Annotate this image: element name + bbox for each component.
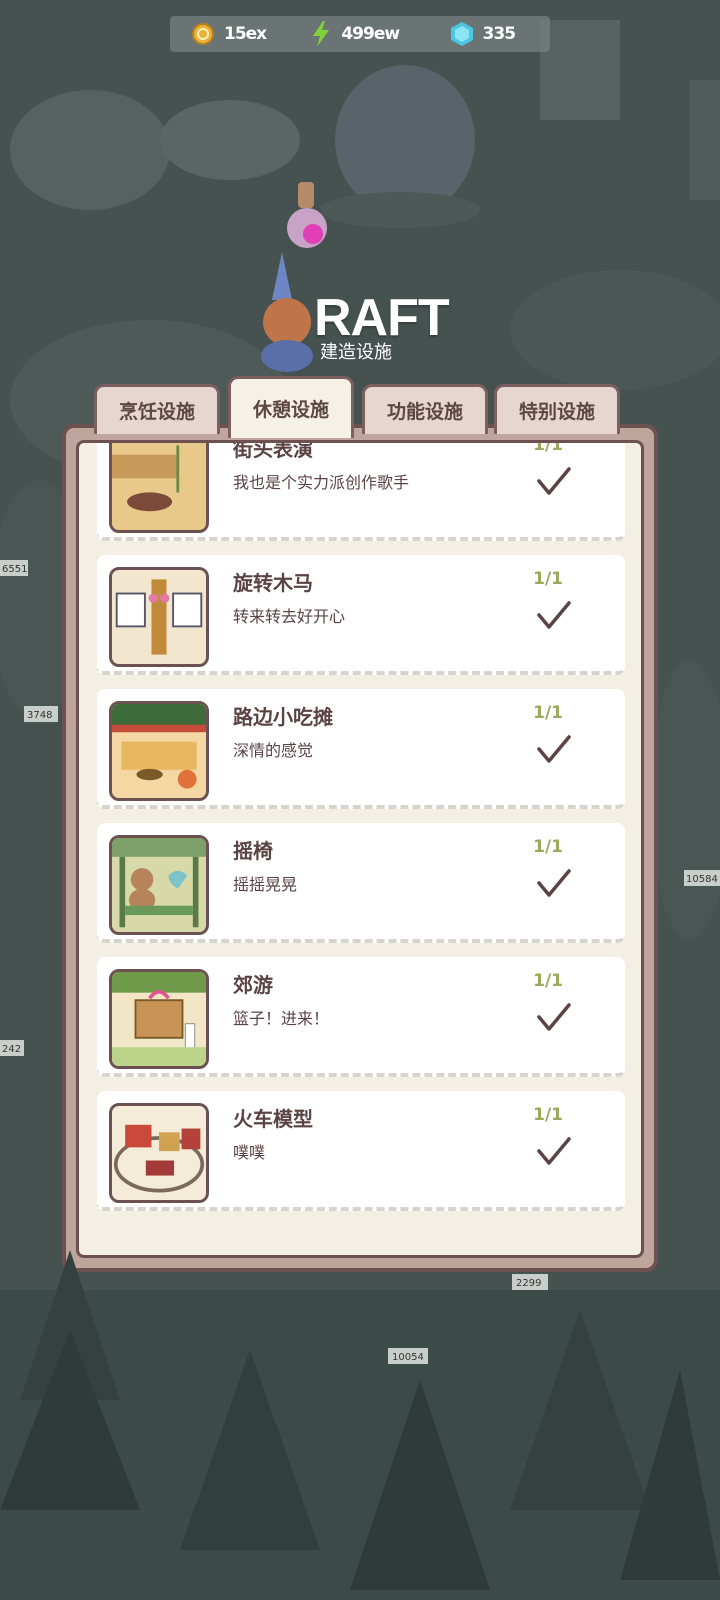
checkmark-icon [537,869,571,897]
list-item[interactable]: 摇椅 摇摇晃晃 1/1 [97,823,625,943]
item-progress: 1/1 [533,971,563,991]
facility-panel: 街头表演 我也是个实力派创作歌手 1/1 旋转木马 转来转去好开心 1/1 路边… [62,424,658,1272]
item-name: 街头表演 [233,440,313,461]
currency-bar: 15ex 499ew 335 [170,16,550,52]
list-item[interactable]: 街头表演 我也是个实力派创作歌手 1/1 [97,440,625,541]
coin-counter[interactable]: 15ex [192,16,311,52]
swing-chair-thumbnail [109,835,209,935]
item-description: 我也是个实力派创作歌手 [233,473,410,492]
map-sign-3: 10584 [686,874,718,885]
item-name: 旋转木马 [233,571,313,595]
coin-icon [192,23,214,45]
guitar-thumbnail [109,443,209,533]
facility-list-container[interactable]: 街头表演 我也是个实力派创作歌手 1/1 旋转木马 转来转去好开心 1/1 路边… [76,440,644,1258]
picnic-thumbnail [109,969,209,1069]
item-name: 郊游 [233,973,273,997]
item-description: 篮子！进来！ [233,1009,330,1028]
page-title: RAFT [314,289,450,347]
item-description: 摇摇晃晃 [233,875,298,894]
carousel-thumbnail [109,567,209,667]
map-sign-2: 3748 [27,710,52,721]
checkmark-icon [537,601,571,629]
checkmark-icon [537,467,571,495]
map-sign-6: 10054 [392,1352,424,1363]
item-description: 转来转去好开心 [233,607,346,626]
item-name: 摇椅 [233,839,273,863]
forest-background: 10054 2299 [0,1250,720,1600]
item-progress: 1/1 [533,1105,563,1125]
checkmark-icon [537,1003,571,1031]
craft-header: RAFT 建造设施 [258,252,478,372]
train-model-thumbnail [109,1103,209,1203]
energy-counter[interactable]: 499ew [311,16,450,52]
food-stall-thumbnail [109,701,209,801]
item-progress: 1/1 [533,837,563,857]
list-item[interactable]: 火车模型 噗噗 1/1 [97,1091,625,1211]
item-description: 噗噗 [233,1143,266,1162]
item-name: 路边小吃摊 [233,705,333,729]
page-subtitle: 建造设施 [320,342,392,363]
tab-function[interactable]: 功能设施 [362,384,488,434]
checkmark-icon [537,735,571,763]
coin-value: 15ex [224,24,267,44]
list-item[interactable]: 郊游 篮子！进来！ 1/1 [97,957,625,1077]
gem-counter[interactable]: 335 [450,16,550,52]
map-sign-5: 2299 [516,1278,541,1289]
map-sign-4: 242 [2,1044,21,1055]
tab-rest[interactable]: 休憩设施 [228,376,354,438]
category-tabs: 烹饪设施 休憩设施 功能设施 特别设施 [94,376,624,438]
list-item[interactable]: 路边小吃摊 深情的感觉 1/1 [97,689,625,809]
lightning-bolt-icon [313,21,330,47]
tab-cooking[interactable]: 烹饪设施 [94,384,220,434]
item-name: 火车模型 [233,1107,313,1131]
list-item[interactable]: 旋转木马 转来转去好开心 1/1 [97,555,625,675]
checkmark-icon [537,1137,571,1165]
item-progress: 1/1 [533,569,563,589]
gem-icon [450,22,473,46]
item-progress: 1/1 [533,703,563,723]
tab-special[interactable]: 特别设施 [494,384,620,434]
gem-value: 335 [482,24,516,44]
map-sign-1: 6551 [2,564,27,575]
item-progress: 1/1 [533,440,563,455]
energy-value: 499ew [341,24,400,44]
item-description: 深情的感觉 [233,741,314,760]
